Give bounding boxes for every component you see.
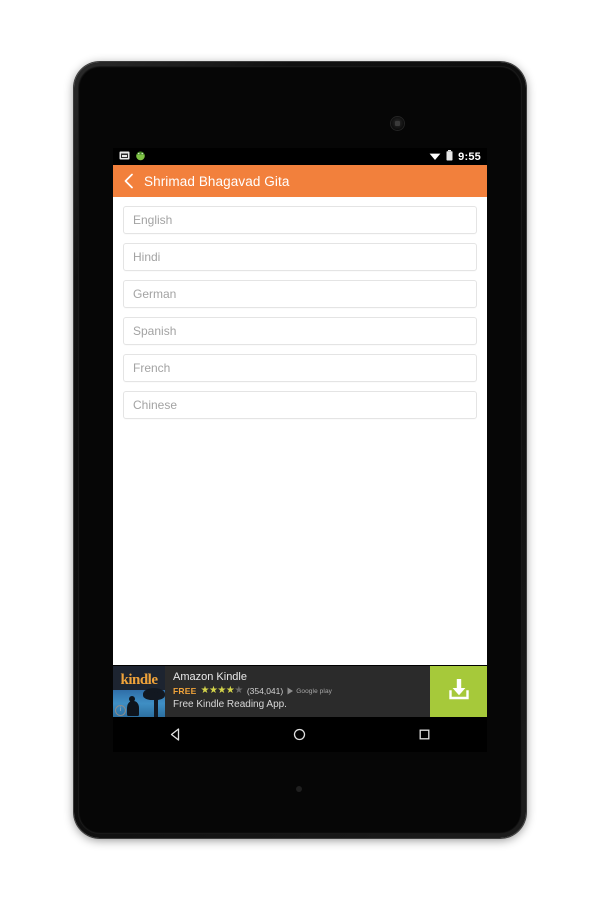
language-list: English Hindi German Spanish French Chin… — [113, 197, 487, 654]
nav-back-button[interactable] — [152, 717, 198, 752]
star-icon: ★ — [208, 685, 218, 696]
chevron-left-icon[interactable] — [122, 172, 136, 190]
battery-icon — [446, 148, 453, 166]
front-camera-icon — [391, 117, 404, 130]
tree-trunk-shape — [154, 692, 158, 718]
list-item-label: Hindi — [133, 250, 161, 264]
nav-recents-button[interactable] — [402, 717, 448, 752]
list-item[interactable]: French — [123, 354, 477, 382]
star-icon: ★ — [217, 685, 226, 696]
list-item-label: English — [133, 213, 173, 227]
kindle-app-icon: kindle i — [113, 666, 165, 718]
rating-stars: ★ ★ ★ ★ ★ — [200, 685, 243, 696]
android-app-icon — [135, 148, 146, 166]
list-item[interactable]: Hindi — [123, 243, 477, 271]
info-badge-icon: i — [115, 705, 126, 716]
kindle-logo-text: kindle — [120, 672, 158, 688]
microphone-icon — [296, 786, 302, 792]
list-item[interactable]: Spanish — [123, 317, 477, 345]
list-item-label: French — [133, 361, 171, 375]
status-bar-left-icons — [119, 148, 146, 166]
status-bar-right-icons: 9:55 — [429, 148, 481, 166]
screenshot-icon — [119, 148, 130, 166]
page-title: Shrimad Bhagavad Gita — [144, 173, 290, 189]
ad-price-label: FREE — [173, 686, 197, 696]
play-triangle-icon — [287, 682, 294, 700]
status-bar: 9:55 — [113, 148, 487, 165]
reader-silhouette-shape — [127, 696, 139, 716]
wifi-icon — [429, 148, 441, 166]
list-item[interactable]: Chinese — [123, 391, 477, 419]
android-navigation-bar — [113, 717, 487, 752]
list-item-label: German — [133, 287, 177, 301]
google-play-badge: Google play — [287, 682, 332, 700]
nav-home-button[interactable] — [277, 717, 323, 752]
ad-meta-row: FREE ★ ★ ★ ★ ★ (354,041) Google play — [173, 685, 430, 697]
list-item[interactable]: English — [123, 206, 477, 234]
star-icon: ★ — [200, 685, 209, 696]
app-title-bar: Shrimad Bhagavad Gita — [113, 165, 487, 197]
tablet-screen: 9:55 Shrimad Bhagavad Gita English Hindi… — [113, 148, 487, 752]
list-item[interactable]: German — [123, 280, 477, 308]
ad-review-count: (354,041) — [246, 686, 284, 696]
download-icon — [446, 676, 472, 707]
star-icon: ★ — [225, 685, 235, 696]
ad-text-block: Amazon Kindle FREE ★ ★ ★ ★ ★ (354,041) G… — [165, 666, 430, 717]
download-button[interactable] — [430, 666, 487, 717]
list-item-label: Chinese — [133, 398, 178, 412]
status-bar-clock: 9:55 — [458, 150, 481, 163]
google-play-label: Google play — [296, 687, 333, 695]
list-item-label: Spanish — [133, 324, 177, 338]
star-icon: ★ — [234, 685, 243, 696]
ad-subtitle: Free Kindle Reading App. — [173, 699, 287, 710]
advertisement-banner[interactable]: kindle i Amazon Kindle FREE ★ ★ ★ ★ ★ (3… — [113, 665, 487, 718]
